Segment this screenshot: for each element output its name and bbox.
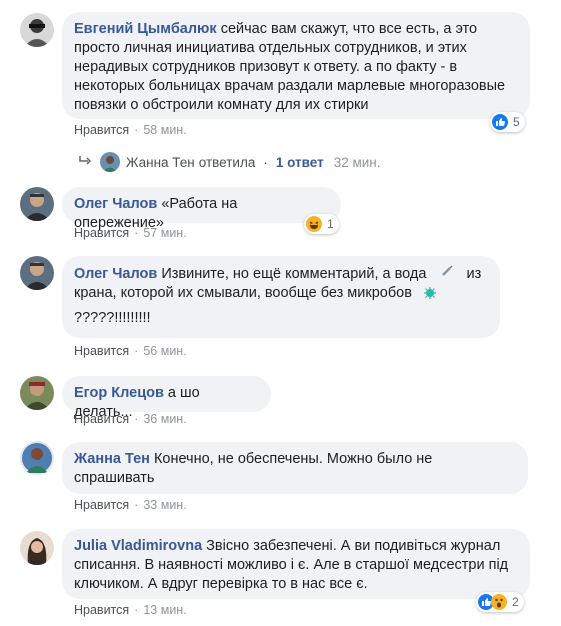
comment-author[interactable]: Julia Vladimirovna [74,538,202,554]
comment-actions: Нравится · 13 мин. [74,603,187,617]
reply-action: ответила [198,154,256,170]
comment-time[interactable]: 36 мин. [143,412,186,426]
comment-time[interactable]: 57 мин. [143,226,186,240]
reply-arrow-icon [78,155,92,170]
comment-text-line: крана, которой их смывали, вообще без ми… [74,285,412,301]
comment-time[interactable]: 13 мин. [143,603,186,617]
comment-time[interactable]: 33 мин. [143,498,186,512]
comment-text-line: нерадивых сотрудников призовут к ответу.… [74,59,458,75]
like-icon [492,114,508,130]
reactions-badge[interactable]: 2 [476,592,524,612]
comment-actions: Нравится · 56 мин. [74,344,187,358]
comment-actions: Нравится · 36 мин. [74,412,187,426]
comment-actions: Нравится · 58 мин. [74,123,187,137]
comment-bubble: Julia Vladimirovna Звісно забезпечені. А… [62,529,530,599]
reply-author: Жанна Тен [126,154,195,170]
comment-text-line: Конечно, не обеспечены. Можно было не [153,451,433,467]
separator: · [134,344,139,358]
avatar[interactable] [20,187,54,221]
comment-actions: Нравится · 57 мин. [74,226,187,240]
comment-text-line: ?????!!!!!!!!! [74,310,151,326]
comment-actions: Нравится · 33 мин. [74,498,187,512]
separator: · [134,498,139,512]
like-link[interactable]: Нравится [74,344,129,358]
avatar[interactable] [20,531,54,565]
avatar[interactable] [20,13,54,47]
comment-time[interactable]: 56 мин. [143,344,186,358]
avatar[interactable] [20,376,54,410]
comment-text-line: Звісно забезпечені. А ви подивіться журн… [206,538,501,554]
comment-author[interactable]: Жанна Тен [74,451,150,467]
reactions-count: 2 [512,595,519,609]
reactions-count: 1 [327,217,334,231]
separator: · [134,412,139,426]
comment-text-line: просто личная инициатива отдельных сотру… [74,40,467,56]
comment-text-line: некоторых больницах врачам раздали марле… [74,78,506,94]
avatar [100,152,120,172]
separator: · [134,123,139,137]
syringe-emoji-icon [440,264,462,284]
comment-author[interactable]: Олег Чалов [74,266,157,282]
separator: · [263,154,268,170]
comment-text-line: списання. В наявності можливо і є. Але в… [74,557,509,573]
separator: · [134,603,139,617]
comment-text-line: ключиком. А вдруг перевірка то в нас все… [74,576,368,592]
like-link[interactable]: Нравится [74,412,129,426]
comment-text-line: спрашивать [74,470,155,486]
comment-bubble: Евгений Цымбалюк сейчас вам скажут, что … [62,12,530,119]
comment-time[interactable]: 58 мин. [143,123,186,137]
avatar[interactable] [20,256,54,290]
separator: · [134,226,139,240]
comment-author[interactable]: Олег Чалов [74,196,157,212]
reactions-count: 5 [513,115,520,129]
like-link[interactable]: Нравится [74,123,129,137]
comment-text-line: из [466,266,482,282]
reactions-badge[interactable]: 1 [304,214,339,234]
like-link[interactable]: Нравится [74,226,129,240]
comment-bubble: Олег Чалов Извините, но ещё комментарий,… [62,256,500,338]
reply-count-link[interactable]: 1 ответ [276,155,324,170]
haha-icon [306,216,322,232]
comment-text-line: сейчас вам скажут, что все есть, а это [220,21,478,37]
avatar[interactable] [20,441,54,475]
like-link[interactable]: Нравится [74,603,129,617]
comment-author[interactable]: Егор Клецов [74,385,164,401]
reply-thread[interactable]: Жанна Тен ответила · 1 ответ 32 мин. [78,152,380,172]
wow-icon [491,594,507,610]
comment-author[interactable]: Евгений Цымбалюк [74,21,217,37]
microbe-emoji-icon [422,286,438,300]
comment-bubble: Олег Чалов «Работа на опережение» [62,187,341,231]
comment-text-line: повязки о обстроили комнату для их стирк… [74,97,369,113]
reactions-badge[interactable]: 5 [490,112,525,132]
comment-text-line: Извините, но ещё комментарий, а вода [161,266,427,282]
comment-bubble: Жанна Тен Конечно, не обеспечены. Можно … [62,442,528,494]
comment-bubble: Егор Клецов а шо делать... [62,376,271,420]
like-link[interactable]: Нравится [74,498,129,512]
reply-time: 32 мин. [333,154,381,170]
